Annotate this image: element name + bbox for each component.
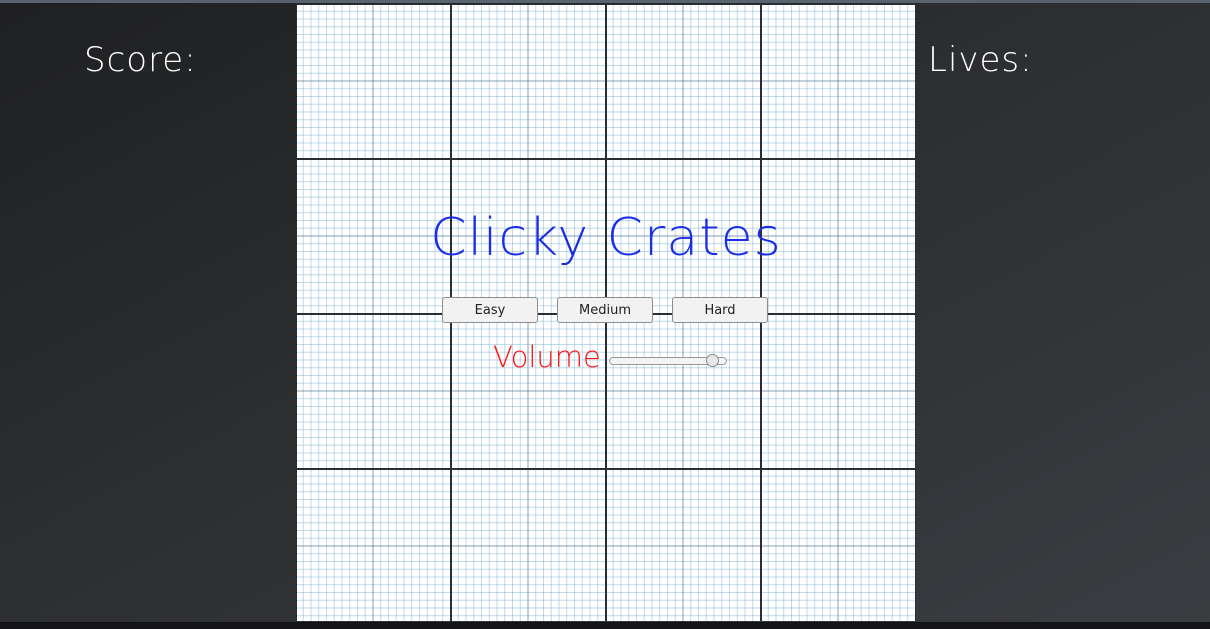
easy-button[interactable]: Easy [442,297,538,323]
lives-label: Lives: [928,40,1033,80]
graph-paper-playfield[interactable]: Clicky Crates Easy Medium Hard Volume [296,4,916,621]
score-label: Score: [84,40,197,80]
hard-button[interactable]: Hard [672,297,768,323]
game-title: Clicky Crates [430,208,782,268]
game-screen: Score: Lives: Clicky Crates Easy Medium … [0,0,1210,629]
medium-button[interactable]: Medium [557,297,653,323]
top-border [0,0,1210,3]
bottom-border [0,622,1210,629]
volume-label: Volume [493,340,601,374]
volume-slider-handle[interactable] [705,354,719,367]
